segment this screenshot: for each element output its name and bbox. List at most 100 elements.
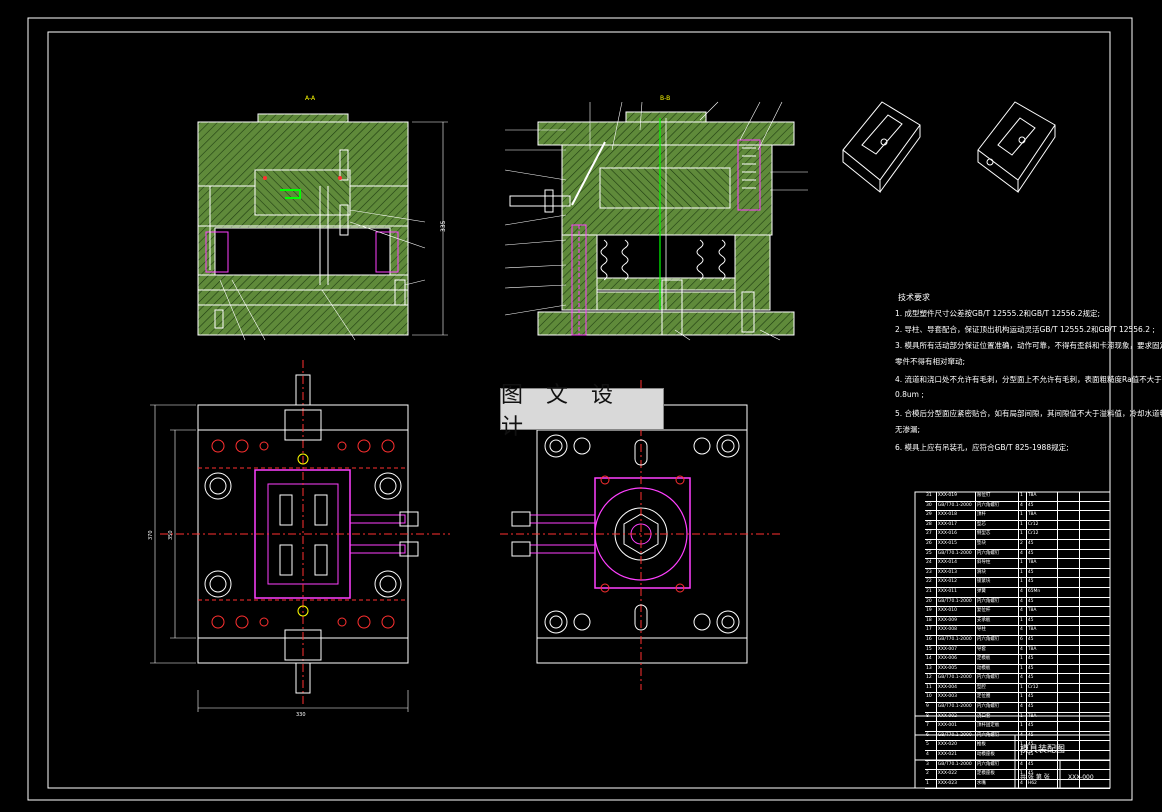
bom-cell (1080, 703, 1110, 712)
bom-cell: GB/T70.1-2000 (937, 549, 976, 559)
bom-cell: 4 (1019, 779, 1027, 789)
bom-cell: XXX-002 (937, 712, 976, 722)
bom-cell: XXX-022 (937, 770, 976, 779)
bom-cell (1058, 664, 1080, 674)
bom-cell: 滑块 (976, 568, 1019, 578)
bom-cell: 定模座板 (976, 770, 1019, 779)
bom-cell: 1 (1019, 616, 1027, 626)
section-a-label: A-A (305, 95, 316, 102)
bom-row: 17 XXX-008 导柱 4 T8A (925, 626, 1110, 636)
bom-cell: 9 (925, 703, 937, 712)
bom-cell: 斜导柱 (976, 559, 1019, 568)
bom-cell: 45 (1027, 655, 1059, 664)
bom-cell: 11 (925, 683, 937, 693)
bom-cell (1058, 568, 1080, 578)
bom-cell: 14 (925, 655, 937, 664)
bom-cell: 4 (1019, 597, 1027, 607)
bom-cell: T8A (1027, 607, 1059, 616)
bom-cell: T8A (1027, 712, 1059, 722)
bom-row: 28 XXX-017 型芯 1 Cr12 (925, 520, 1110, 531)
bom-cell: 4 (1019, 760, 1027, 770)
bom-cell: 侧型芯 (976, 530, 1019, 539)
bom-cell (1080, 588, 1110, 597)
bom-cell: GB/T70.1-2000 (937, 760, 976, 770)
bom-cell: 推板 (976, 741, 1019, 751)
bom-cell (1058, 578, 1080, 587)
bom-row: 20 GB/T70.1-2000 内六角螺钉 4 45 (925, 597, 1110, 608)
bom-cell: 7 (925, 722, 937, 731)
bom-cell (1080, 530, 1110, 539)
bom-cell: 45 (1027, 568, 1059, 578)
bom-cell: 23 (925, 568, 937, 578)
bom-cell: 1 (1019, 693, 1027, 703)
bom-cell (1058, 760, 1080, 770)
bom-cell (1080, 741, 1110, 750)
bom-cell (1058, 492, 1080, 501)
bom-row: 31 XXX-019 限位钉 1 T8A (925, 492, 1110, 502)
bom-cell (1058, 674, 1080, 683)
watermark-stamp: 图 文 设 计 (500, 383, 664, 440)
bom-cell: 定位圈 (976, 693, 1019, 703)
bom-cell (1058, 712, 1080, 722)
bom-cell: 26 (925, 539, 937, 549)
bom-cell: Cr12 (1027, 530, 1059, 539)
bom-cell: 4 (1019, 703, 1027, 712)
bom-cell (1080, 540, 1110, 549)
bom-row: 19 XXX-010 复位杆 4 T8A (925, 607, 1110, 617)
bom-cell (1058, 587, 1080, 597)
section-b-label: B-B (660, 95, 670, 102)
bom-cell: 支承板 (976, 616, 1019, 626)
bom-cell: Cr12 (1027, 520, 1059, 530)
bom-cell: 内六角螺钉 (976, 549, 1019, 559)
bom-cell: 45 (1027, 539, 1059, 549)
bom-cell: 导套 (976, 645, 1019, 655)
bom-cell: 45 (1027, 578, 1059, 587)
plan-left-dims (150, 404, 409, 712)
bom-cell (1080, 761, 1110, 770)
bom-cell: XXX-007 (937, 645, 976, 655)
bom-cell (1080, 511, 1110, 520)
bom-cell: 65Mn (1027, 587, 1059, 597)
bom-cell (1058, 616, 1080, 626)
bom-row: 4 XXX-021 动模座板 1 45 (925, 751, 1110, 761)
bom-cell (1080, 646, 1110, 655)
tech-note-5b: 无渗漏; (895, 425, 921, 434)
dim-height-left: 370 (148, 530, 154, 540)
bom-row: 9 GB/T70.1-2000 内六角螺钉 4 45 (925, 703, 1110, 713)
bom-cell: T8A (1027, 559, 1059, 568)
bom-cell: GB/T70.1-2000 (937, 597, 976, 607)
bom-cell: XXX-005 (937, 664, 976, 674)
bom-cell (1080, 569, 1110, 578)
bom-row: 8 XXX-002 浇口套 1 T8A (925, 712, 1110, 723)
bom-cell (1058, 597, 1080, 607)
bom-row: 30 GB/T70.1-2000 内六角螺钉 4 45 (925, 501, 1110, 512)
bom-cell: XXX-009 (937, 616, 976, 626)
bom-cell: XXX-017 (937, 520, 976, 530)
bom-row: 21 XXX-011 弹簧 4 65Mn (925, 587, 1110, 598)
bom-cell: 动模座板 (976, 751, 1019, 760)
bom-cell (1080, 674, 1110, 683)
bom-cell (1058, 655, 1080, 664)
bom-cell: XXX-001 (937, 722, 976, 731)
section-b-view (504, 101, 808, 341)
bom-cell (1080, 550, 1110, 559)
bom-cell: 4 (1019, 731, 1027, 741)
tech-note-6: 6. 模具上应有吊装孔，应符合GB/T 825-1988规定; (895, 443, 1069, 452)
bom-cell (1058, 703, 1080, 712)
bom-cell: XXX-014 (937, 559, 976, 568)
bom-cell: 2 (1019, 539, 1027, 549)
bom-cell: 1 (1019, 664, 1027, 674)
tech-notes-title: 技术要求 (898, 293, 930, 302)
bom-row: 10 XXX-003 定位圈 1 45 (925, 693, 1110, 704)
bom-cell: 8 (925, 712, 937, 722)
bom-cell: 5 (925, 741, 937, 751)
bom-cell: XXX-018 (937, 511, 976, 520)
bom-cell: Cr12 (1027, 683, 1059, 693)
bom-row: 27 XXX-016 侧型芯 1 Cr12 (925, 530, 1110, 540)
bom-cell (1080, 636, 1110, 645)
tech-note-5: 5. 合模后分型面应紧密贴合，如有局部间隙，其间隙值不大于溢料值，冷却水道畅通， (895, 409, 1162, 418)
bom-cell: 内六角螺钉 (976, 760, 1019, 770)
section-a-view (197, 113, 448, 341)
tech-note-4b: 0.8um ; (895, 390, 924, 399)
bom-cell (1058, 501, 1080, 511)
